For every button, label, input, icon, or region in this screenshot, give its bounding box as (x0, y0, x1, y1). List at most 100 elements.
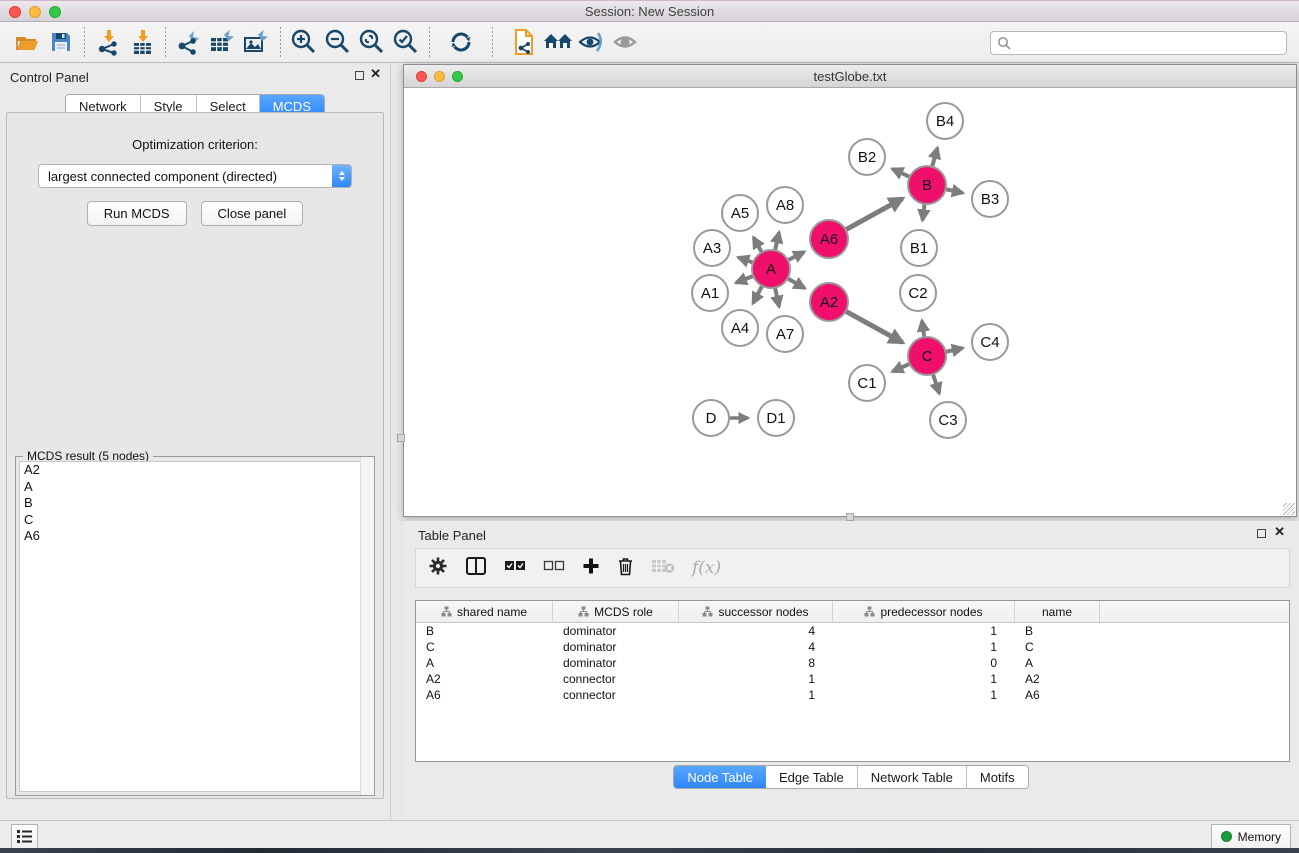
graph-edge-A-A3[interactable] (738, 257, 753, 262)
graph-node-C1[interactable]: C1 (849, 365, 885, 401)
splitter-handle-bottom[interactable] (846, 513, 854, 521)
graph-node-A6[interactable]: A6 (810, 220, 848, 258)
zoom-in-button[interactable] (287, 26, 321, 58)
table-cell[interactable]: 1 (833, 640, 1015, 654)
show-graphics-details-button[interactable] (609, 26, 643, 58)
table-cell[interactable]: A6 (1015, 688, 1100, 702)
graph-node-B[interactable]: B (908, 166, 946, 204)
table-cell[interactable]: dominator (553, 624, 679, 638)
table-cell[interactable]: 8 (679, 656, 833, 670)
table-cell[interactable]: 4 (679, 624, 833, 638)
close-panel-button-mcds[interactable]: Close panel (201, 201, 304, 226)
table-cell[interactable]: dominator (553, 656, 679, 670)
table-cell[interactable]: 1 (833, 672, 1015, 686)
graph-node-A2[interactable]: A2 (810, 283, 848, 321)
network-graph[interactable]: AA1A3A5A8A4A7A6A2BB2B4B3B1CC2C4C1C3DD1 (404, 88, 1296, 516)
export-table-button[interactable] (206, 26, 240, 58)
table-cell[interactable]: 1 (833, 688, 1015, 702)
zoom-out-button[interactable] (321, 26, 355, 58)
table-cell[interactable]: 1 (679, 688, 833, 702)
export-network-button[interactable] (172, 26, 206, 58)
table-cell[interactable]: 4 (679, 640, 833, 654)
table-cell[interactable]: A2 (416, 672, 553, 686)
graph-edge-B-B2[interactable] (892, 169, 909, 177)
table-row[interactable]: Cdominator41C (416, 639, 1289, 655)
list-item[interactable]: B (20, 495, 370, 512)
refresh-button[interactable] (444, 26, 478, 58)
delete-column-button[interactable] (617, 556, 634, 581)
graph-node-A[interactable]: A (752, 250, 790, 288)
hide-graphics-details-button[interactable] (575, 26, 609, 58)
graph-node-C4[interactable]: C4 (972, 324, 1008, 360)
float-panel-button[interactable] (355, 70, 364, 82)
graph-edge-A-A2[interactable] (788, 278, 805, 288)
table-cell[interactable]: 1 (833, 624, 1015, 638)
table-cell[interactable]: B (1015, 624, 1100, 638)
table-row[interactable]: Bdominator41B (416, 623, 1289, 639)
table-cell[interactable]: A (416, 656, 553, 670)
splitter-handle-left[interactable] (397, 434, 405, 442)
column-header-successor-nodes[interactable]: successor nodes (679, 601, 833, 622)
close-panel-button[interactable]: ✕ (370, 68, 381, 80)
network-window-titlebar[interactable]: testGlobe.txt (404, 65, 1296, 88)
search-input[interactable] (1015, 35, 1286, 51)
criterion-dropdown[interactable]: largest connected component (directed) (38, 164, 352, 188)
table-row[interactable]: A2connector11A2 (416, 671, 1289, 687)
graph-node-A5[interactable]: A5 (722, 195, 758, 231)
list-item[interactable]: A (20, 479, 370, 496)
table-close-button[interactable]: ✕ (1274, 526, 1285, 538)
network-canvas[interactable]: AA1A3A5A8A4A7A6A2BB2B4B3B1CC2C4C1C3DD1 (404, 88, 1296, 516)
graph-node-B3[interactable]: B3 (972, 181, 1008, 217)
graph-edge-B-B1[interactable] (923, 204, 925, 220)
graph-edge-C-C4[interactable] (946, 348, 963, 352)
table-cell[interactable]: connector (553, 688, 679, 702)
graph-edge-A6-B[interactable] (846, 199, 903, 230)
table-cell[interactable]: 0 (833, 656, 1015, 670)
column-header-name[interactable]: name (1015, 601, 1100, 622)
list-item[interactable]: A6 (20, 528, 370, 545)
tab-edge-table[interactable]: Edge Table (766, 766, 858, 788)
table-float-button[interactable] (1257, 528, 1266, 540)
column-header-MCDS-role[interactable]: MCDS role (553, 601, 679, 622)
graph-edge-A-A8[interactable] (775, 232, 779, 250)
memory-button[interactable]: Memory (1211, 824, 1291, 849)
unselect-all-columns-button[interactable] (543, 559, 565, 578)
graph-node-D1[interactable]: D1 (758, 400, 794, 436)
show-column-button[interactable] (465, 556, 487, 581)
graph-node-A1[interactable]: A1 (692, 275, 728, 311)
result-list-scrollbar[interactable] (360, 457, 374, 795)
graph-edge-B-B4[interactable] (932, 148, 937, 167)
delete-table-button[interactable] (651, 558, 675, 579)
graph-node-B1[interactable]: B1 (901, 230, 937, 266)
table-cell[interactable]: A (1015, 656, 1100, 670)
graph-edge-A-A6[interactable] (788, 252, 804, 260)
graph-node-B2[interactable]: B2 (849, 139, 885, 175)
graph-node-A8[interactable]: A8 (767, 187, 803, 223)
list-item[interactable]: A2 (20, 462, 370, 479)
graph-edge-B-B3[interactable] (946, 189, 963, 193)
table-row[interactable]: A6connector11A6 (416, 687, 1289, 703)
home-layout-button[interactable] (541, 26, 575, 58)
graph-node-C2[interactable]: C2 (900, 275, 936, 311)
table-cell[interactable]: C (1015, 640, 1100, 654)
tab-motifs[interactable]: Motifs (967, 766, 1028, 788)
graph-edge-C-C1[interactable] (893, 364, 910, 372)
select-all-columns-button[interactable] (504, 559, 526, 578)
import-network-button[interactable] (91, 26, 125, 58)
run-mcds-button[interactable]: Run MCDS (87, 201, 187, 226)
graph-node-A7[interactable]: A7 (767, 316, 803, 352)
function-builder-button[interactable]: f(x) (692, 558, 721, 578)
graph-edge-A2-C[interactable] (846, 311, 903, 342)
graph-edge-C-C3[interactable] (933, 374, 939, 393)
table-cell[interactable]: dominator (553, 640, 679, 654)
graph-edge-A-A7[interactable] (775, 288, 779, 307)
graph-node-D[interactable]: D (693, 400, 729, 436)
mcds-result-list[interactable]: A2ABCA6 (19, 461, 371, 792)
graph-node-C[interactable]: C (908, 337, 946, 375)
column-header-predecessor-nodes[interactable]: predecessor nodes (833, 601, 1015, 622)
open-file-button[interactable] (10, 26, 44, 58)
table-cell[interactable]: 1 (679, 672, 833, 686)
column-header-shared-name[interactable]: shared name (416, 601, 553, 622)
zoom-selected-button[interactable] (389, 26, 423, 58)
export-image-button[interactable] (240, 26, 274, 58)
